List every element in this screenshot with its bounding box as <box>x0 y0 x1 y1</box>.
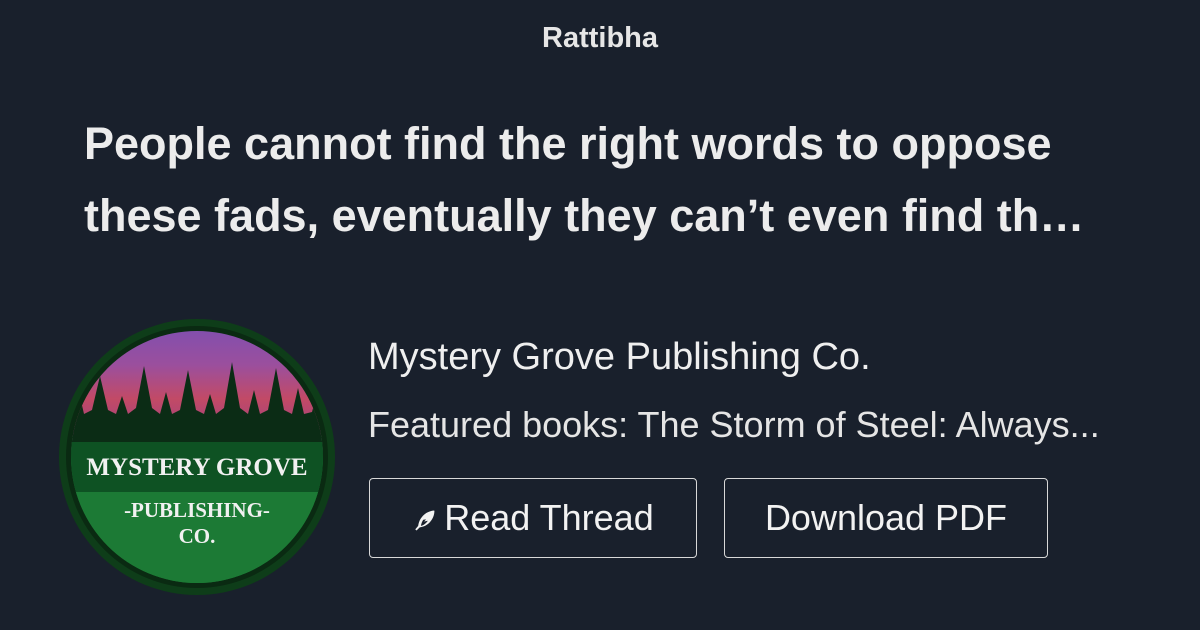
download-pdf-label: Download PDF <box>764 497 1008 538</box>
download-pdf-button[interactable]: Download PDF <box>724 478 1048 558</box>
thread-title-line-1: People cannot find the right words to op… <box>84 118 1052 169</box>
author-name[interactable]: Mystery Grove Publishing Co. <box>368 336 871 379</box>
thread-title-line-2: these fads, eventually they can’t even f… <box>84 190 1085 241</box>
logo-text-line-3: CO. <box>179 524 216 548</box>
feather-icon <box>415 510 435 531</box>
read-thread-label: Read Thread <box>444 497 654 538</box>
logo-text-line-2: -PUBLISHING- <box>124 498 270 522</box>
logo-text-line-1: MYSTERY GROVE <box>86 454 307 481</box>
read-thread-button[interactable]: Read Thread <box>369 478 697 558</box>
thread-title: People cannot find the right words to op… <box>84 108 1154 252</box>
author-bio: Featured books: The Storm of Steel: Alwa… <box>368 404 1100 445</box>
site-brand: Rattibha <box>542 22 658 54</box>
publisher-logo: MYSTERY GROVE -PUBLISHING- CO. <box>59 319 335 595</box>
